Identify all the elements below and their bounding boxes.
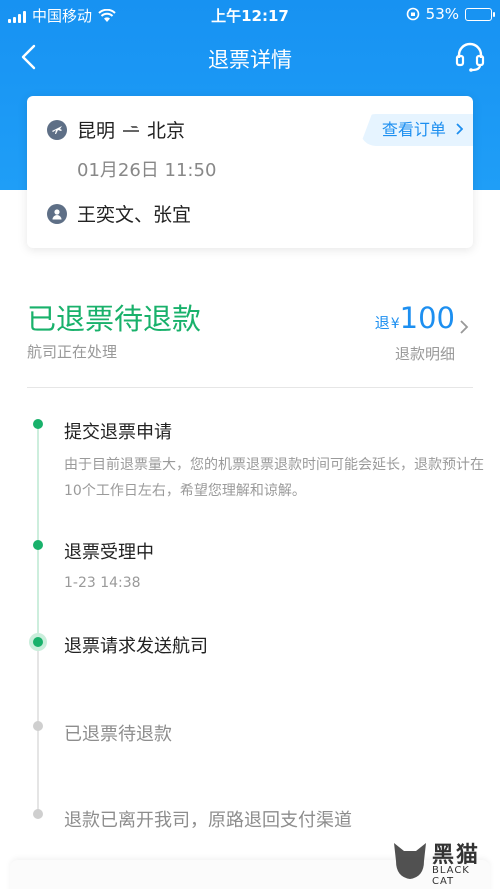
- view-order-button[interactable]: 查看订单: [359, 114, 473, 146]
- route-arrow-icon: [123, 125, 140, 135]
- timeline-line-done: [37, 424, 39, 642]
- person-icon: [47, 203, 67, 224]
- nav-bar: 退票详情: [0, 30, 500, 86]
- status-bar: 中国移动 上午12:17 53%: [0, 0, 500, 30]
- timeline-dot-current: [33, 637, 43, 647]
- timeline-step-desc: 1-23 14:38: [64, 575, 141, 591]
- refund-amount-prefix: 退: [374, 314, 390, 332]
- refund-substatus: 航司正在处理: [27, 343, 118, 361]
- battery-percent: 53%: [425, 5, 459, 23]
- timeline-dot-pending: [33, 809, 43, 819]
- refund-detail-link[interactable]: 退款明细: [395, 343, 455, 364]
- headset-icon[interactable]: [454, 40, 486, 74]
- airplane-icon: [47, 119, 67, 140]
- page-title: 退票详情: [208, 48, 292, 72]
- refund-status-title: 已退票待退款: [27, 302, 202, 336]
- chevron-right-icon[interactable]: [458, 320, 470, 334]
- chevron-right-icon: [456, 123, 464, 135]
- origin-city: 昆明: [77, 120, 116, 142]
- watermark: 黑猫 BLACK CAT: [382, 835, 492, 887]
- refund-amount[interactable]: 退 ¥ 100: [375, 301, 455, 335]
- timeline-step-title: 提交退票申请: [64, 422, 172, 443]
- flight-info-card: 昆明 北京 01月26日 11:50 王奕文、张宜 查看订单: [27, 96, 473, 248]
- flight-route: 昆明 北京: [47, 116, 185, 143]
- timeline-dot: [33, 419, 43, 429]
- timeline-step-title: 已退票待退款: [64, 724, 172, 745]
- view-order-label: 查看订单: [381, 120, 446, 139]
- timeline-dot: [33, 540, 43, 550]
- refund-currency: ¥: [390, 316, 400, 332]
- timeline-step-desc: 由于目前退票量大，您的机票退票退款时间可能会延长，退款预计在10个工作日左右，希…: [64, 457, 484, 499]
- passenger-row: 王奕文、张宜: [47, 200, 191, 227]
- cat-logo-icon: [394, 843, 426, 879]
- timeline-step-title: 退票受理中: [64, 542, 154, 563]
- watermark-sub: BLACK CAT: [432, 865, 470, 887]
- destination-city: 北京: [147, 120, 186, 142]
- timeline-step-title: 退票请求发送航司: [64, 636, 208, 657]
- divider: [27, 387, 473, 388]
- passenger-names: 王奕文、张宜: [77, 204, 192, 226]
- timeline-step-title: 退款已离开我司，原路退回支付渠道: [64, 810, 352, 831]
- flight-datetime: 01月26日 11:50: [77, 160, 217, 181]
- timeline-dot-pending: [33, 721, 43, 731]
- battery-icon: [465, 7, 495, 21]
- refund-amount-value: 100: [399, 301, 455, 335]
- orientation-lock-icon: [406, 7, 419, 21]
